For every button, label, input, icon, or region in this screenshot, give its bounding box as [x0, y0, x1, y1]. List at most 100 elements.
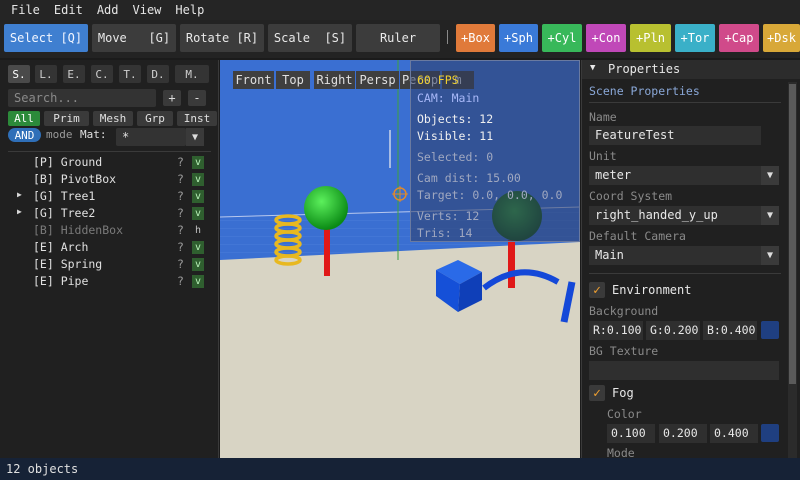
chevron-down-icon[interactable]: ▼: [186, 128, 204, 146]
chevron-down-icon[interactable]: ▼: [761, 206, 779, 225]
search-input[interactable]: Search...: [8, 89, 156, 107]
view-tab-right[interactable]: Right: [314, 71, 355, 89]
help-icon[interactable]: ?: [177, 274, 184, 288]
bg-texture-label: BG Texture: [589, 344, 659, 358]
fog-red-input[interactable]: 0.100: [607, 424, 655, 443]
bg-texture-input[interactable]: [589, 361, 779, 380]
add-torus-button[interactable]: +Tor: [675, 24, 715, 52]
remove-item-button[interactable]: -: [188, 90, 206, 106]
properties-header[interactable]: ▼ Properties: [582, 60, 800, 79]
bg-color-swatch[interactable]: [761, 321, 779, 339]
move-tool-button[interactable]: Move [G]: [92, 24, 176, 52]
expand-arrow-icon[interactable]: ▶: [17, 207, 22, 216]
fog-label: Fog: [612, 386, 634, 400]
add-item-button[interactable]: +: [163, 90, 181, 106]
visibility-toggle[interactable]: v: [192, 156, 204, 169]
tris-readout: Tris: 14: [417, 226, 473, 240]
visibility-toggle[interactable]: v: [192, 275, 204, 288]
tree-item[interactable]: [B] PivotBox? v: [0, 171, 219, 188]
add-capsule-button[interactable]: +Cap: [719, 24, 759, 52]
ruler-tool-button[interactable]: Ruler: [356, 24, 440, 52]
collapse-triangle-icon[interactable]: ▼: [590, 63, 595, 73]
material-filter-select[interactable]: *: [116, 128, 186, 146]
visibility-toggle[interactable]: v: [192, 190, 204, 203]
help-icon[interactable]: ?: [177, 223, 184, 237]
tab-scene[interactable]: S.: [8, 65, 30, 83]
help-icon[interactable]: ?: [177, 155, 184, 169]
help-icon[interactable]: ?: [177, 206, 184, 220]
tree-item[interactable]: [E] Arch? v: [0, 239, 219, 256]
default-camera-select[interactable]: Main ▼: [589, 246, 779, 265]
tree-item-label: [G] Tree1: [33, 189, 96, 203]
tab-m[interactable]: M.: [175, 65, 209, 83]
tree-item[interactable]: [E] Pipe? v: [0, 273, 219, 290]
fps-readout: 60 FPS: [417, 73, 459, 87]
tab-layers[interactable]: L.: [35, 65, 57, 83]
menu-view[interactable]: View: [126, 0, 169, 20]
visible-readout: Visible: 11: [417, 129, 494, 143]
add-sphere-button[interactable]: +Sph: [499, 24, 538, 52]
tab-d[interactable]: D.: [147, 65, 169, 83]
help-icon[interactable]: ?: [177, 257, 184, 271]
tree-item[interactable]: ▶ [G] Tree2? v: [0, 205, 219, 222]
scrollbar-thumb[interactable]: [789, 84, 796, 384]
fog-color-swatch[interactable]: [761, 424, 779, 442]
help-icon[interactable]: ?: [177, 189, 184, 203]
fog-blue-input[interactable]: 0.400: [710, 424, 758, 443]
filter-prim[interactable]: Prim: [44, 111, 89, 126]
rotate-tool-button[interactable]: Rotate [R]: [180, 24, 264, 52]
menu-file[interactable]: File: [4, 0, 47, 20]
add-cylinder-button[interactable]: +Cyl: [542, 24, 582, 52]
bg-green-input[interactable]: G:0.200: [646, 321, 700, 340]
scale-tool-button[interactable]: Scale [S]: [268, 24, 352, 52]
bg-red-input[interactable]: R:0.100: [589, 321, 643, 340]
unit-label: Unit: [589, 149, 617, 163]
environment-checkbox[interactable]: ✓: [589, 282, 605, 298]
select-tool-button[interactable]: Select [Q]: [4, 24, 88, 52]
view-tab-persp[interactable]: Persp: [356, 71, 399, 89]
visibility-toggle[interactable]: v: [192, 173, 204, 186]
tab-t[interactable]: T.: [119, 65, 141, 83]
objects-readout: Objects: 12: [417, 112, 494, 126]
fog-green-input[interactable]: 0.200: [659, 424, 707, 443]
help-icon[interactable]: ?: [177, 240, 184, 254]
3d-viewport[interactable]: Front Top Right Persp Persp m 60 FPS CAM…: [220, 60, 580, 458]
add-disk-button[interactable]: +Dsk: [763, 24, 800, 52]
help-icon[interactable]: ?: [177, 172, 184, 186]
filter-all[interactable]: All: [8, 111, 40, 126]
filter-mesh[interactable]: Mesh: [93, 111, 133, 126]
add-box-button[interactable]: +Box: [456, 24, 495, 52]
view-tab-front[interactable]: Front: [233, 71, 274, 89]
fog-color-label: Color: [607, 407, 642, 421]
filter-grp[interactable]: Grp: [137, 111, 173, 126]
fog-checkbox[interactable]: ✓: [589, 385, 605, 401]
add-cone-button[interactable]: +Con: [586, 24, 626, 52]
tab-e[interactable]: E.: [63, 65, 85, 83]
view-tab-top[interactable]: Top: [276, 71, 310, 89]
material-label: Mat:: [80, 128, 107, 141]
menu-help[interactable]: Help: [168, 0, 211, 20]
chevron-down-icon[interactable]: ▼: [761, 166, 779, 185]
visibility-toggle[interactable]: v: [192, 241, 204, 254]
bg-blue-input[interactable]: B:0.400: [703, 321, 757, 340]
tree-item[interactable]: [P] Ground? v: [0, 154, 219, 171]
menu-add[interactable]: Add: [90, 0, 126, 20]
tab-c[interactable]: C.: [91, 65, 113, 83]
add-plane-button[interactable]: +Pln: [630, 24, 671, 52]
properties-panel: ▼ Properties Scene Properties Name Featu…: [581, 60, 800, 458]
filter-inst[interactable]: Inst: [177, 111, 217, 126]
visibility-toggle[interactable]: v: [192, 258, 204, 271]
tree-item[interactable]: [B] HiddenBox? h: [0, 222, 219, 239]
visibility-toggle[interactable]: h: [192, 224, 204, 237]
expand-arrow-icon[interactable]: ▶: [17, 190, 22, 199]
tree-item[interactable]: ▶ [G] Tree1? v: [0, 188, 219, 205]
coord-system-select[interactable]: right_handed_y_up ▼: [589, 206, 779, 225]
chevron-down-icon[interactable]: ▼: [761, 246, 779, 265]
background-label: Background: [589, 304, 659, 318]
scene-name-input[interactable]: FeatureTest: [589, 126, 761, 145]
tree-item[interactable]: [E] Spring? v: [0, 256, 219, 273]
menu-edit[interactable]: Edit: [47, 0, 90, 20]
and-toggle[interactable]: AND: [8, 128, 41, 142]
unit-select[interactable]: meter ▼: [589, 166, 779, 185]
visibility-toggle[interactable]: v: [192, 207, 204, 220]
